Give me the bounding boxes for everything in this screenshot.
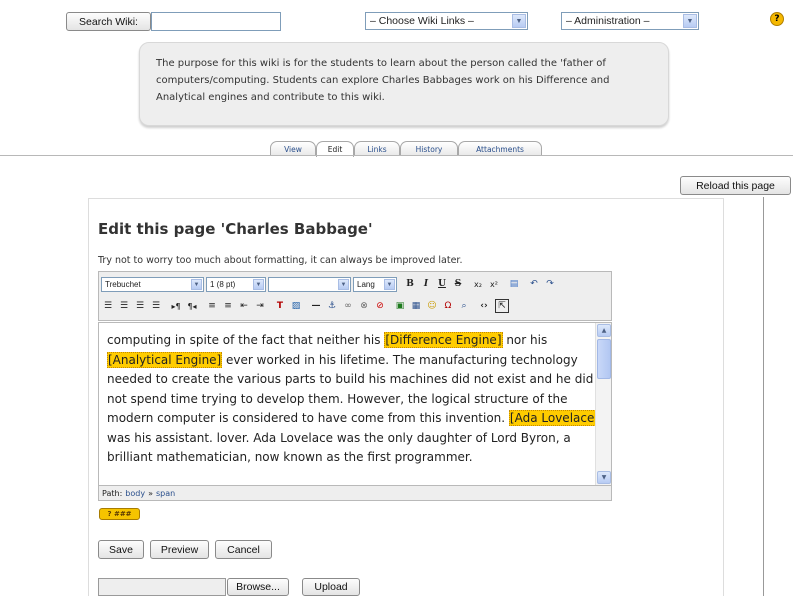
- edit-hint: Try not to worry too much about formatti…: [98, 255, 463, 266]
- unordered-list-icon[interactable]: ≡: [221, 299, 235, 313]
- redo-icon[interactable]: ↷: [543, 277, 557, 291]
- justify-icon[interactable]: ☰: [149, 299, 163, 313]
- scroll-down-icon[interactable]: ▼: [597, 471, 611, 484]
- font-size-value: 1 (8 pt): [210, 280, 236, 289]
- wiki-help-icon[interactable]: ? ###: [99, 508, 140, 520]
- reload-page-button[interactable]: Reload this page: [680, 176, 791, 195]
- table-icon[interactable]: ▦: [409, 299, 423, 313]
- preview-button[interactable]: Preview: [150, 540, 209, 559]
- cancel-button[interactable]: Cancel: [215, 540, 272, 559]
- page-title: Edit this page 'Charles Babbage': [98, 220, 373, 238]
- outdent-icon[interactable]: ⇤: [237, 299, 251, 313]
- nolink-icon[interactable]: ⊘: [373, 299, 387, 313]
- tab-view[interactable]: View: [270, 141, 316, 156]
- align-left-icon[interactable]: ☰: [101, 299, 115, 313]
- clean-html-icon[interactable]: ▤: [507, 277, 521, 291]
- font-family-value: Trebuchet: [105, 280, 141, 289]
- chevron-down-icon: ▼: [338, 279, 349, 290]
- wiki-link-ada-lovelace[interactable]: [Ada Lovelace]: [508, 410, 601, 426]
- editor-toolbar: Trebuchet ▼ 1 (8 pt) ▼ ▼ Lang ▼ B I U S …: [98, 271, 612, 321]
- lang-value: Lang: [357, 280, 375, 289]
- horizontal-rule-icon[interactable]: —: [309, 299, 323, 313]
- fullscreen-icon[interactable]: ⇱: [495, 299, 509, 313]
- align-center-icon[interactable]: ☰: [117, 299, 131, 313]
- editor-scrollbar[interactable]: ▲ ▼: [595, 323, 611, 485]
- tab-links[interactable]: Links: [354, 141, 400, 156]
- editor-text-run: was his assistant. lover. Ada Lovelace w…: [107, 430, 571, 465]
- upload-button[interactable]: Upload: [302, 578, 360, 596]
- search-input[interactable]: [151, 12, 281, 31]
- search-wiki-button[interactable]: Search Wiki:: [66, 12, 151, 31]
- chevron-down-icon: ▼: [253, 279, 264, 290]
- help-icon[interactable]: ?: [770, 12, 784, 26]
- browse-button[interactable]: Browse...: [227, 578, 289, 596]
- rtl-icon[interactable]: ¶◂: [185, 299, 199, 313]
- anchor-icon[interactable]: ⚓: [325, 299, 339, 313]
- link-icon[interactable]: ∞: [341, 299, 355, 313]
- superscript-icon[interactable]: x²: [487, 277, 501, 291]
- scroll-thumb[interactable]: [597, 339, 611, 379]
- italic-icon[interactable]: I: [419, 277, 433, 291]
- path-label: Path:: [102, 488, 123, 498]
- editor-area[interactable]: computing in spite of the fact that neit…: [98, 322, 612, 486]
- wiki-link-analytical-engine[interactable]: [Analytical Engine]: [107, 351, 223, 368]
- editor-path: Path: body » span: [98, 486, 612, 501]
- tab-attachments[interactable]: Attachments: [458, 141, 542, 156]
- tab-view-label: View: [284, 144, 302, 154]
- administration-select-value: – Administration –: [566, 15, 650, 27]
- administration-select[interactable]: – Administration – ▼: [561, 12, 699, 30]
- undo-icon[interactable]: ↶: [527, 277, 541, 291]
- tab-history[interactable]: History: [400, 141, 458, 156]
- tab-attachments-label: Attachments: [476, 144, 524, 154]
- unlink-icon[interactable]: ⊗: [357, 299, 371, 313]
- ordered-list-icon[interactable]: ≡: [205, 299, 219, 313]
- wiki-link-difference-engine[interactable]: [Difference Engine]: [384, 332, 503, 348]
- path-span-link[interactable]: span: [156, 489, 175, 498]
- lang-select[interactable]: Lang ▼: [353, 277, 397, 292]
- wiki-links-select[interactable]: – Choose Wiki Links – ▼: [365, 12, 528, 30]
- path-body-link[interactable]: body: [125, 489, 145, 498]
- scroll-up-icon[interactable]: ▲: [597, 324, 611, 337]
- tab-history-label: History: [415, 144, 443, 154]
- underline-icon[interactable]: U: [435, 277, 449, 291]
- chevron-down-icon: ▼: [683, 14, 697, 28]
- html-source-icon[interactable]: ‹›: [477, 299, 491, 313]
- file-path-input[interactable]: [98, 578, 226, 596]
- chevron-down-icon: ▼: [512, 14, 526, 28]
- tab-edit-label: Edit: [327, 145, 343, 154]
- background-color-icon[interactable]: ▨: [289, 299, 303, 313]
- indent-icon[interactable]: ⇥: [253, 299, 267, 313]
- search-replace-icon[interactable]: ⌕: [457, 299, 471, 313]
- bold-icon[interactable]: B: [403, 277, 417, 291]
- editor-text-run: nor his: [502, 333, 548, 347]
- chevron-down-icon: ▼: [384, 279, 395, 290]
- format-select[interactable]: ▼: [268, 277, 351, 292]
- description-text: The purpose for this wiki is for the stu…: [156, 58, 610, 103]
- ltr-icon[interactable]: ▸¶: [169, 299, 183, 313]
- tab-links-label: Links: [367, 144, 387, 154]
- save-button[interactable]: Save: [98, 540, 144, 559]
- subscript-icon[interactable]: x₂: [471, 277, 485, 291]
- special-char-icon[interactable]: Ω: [441, 299, 455, 313]
- image-icon[interactable]: ▣: [393, 299, 407, 313]
- strikethrough-icon[interactable]: S: [451, 277, 465, 291]
- font-family-select[interactable]: Trebuchet ▼: [101, 277, 204, 292]
- wiki-links-select-value: – Choose Wiki Links –: [370, 15, 474, 27]
- editor-text-run: computing in spite of the fact that neit…: [107, 333, 385, 347]
- side-divider: [763, 197, 764, 596]
- editor-content[interactable]: computing in spite of the fact that neit…: [107, 331, 601, 468]
- wiki-description: The purpose for this wiki is for the stu…: [139, 42, 669, 126]
- tab-divider: [0, 155, 793, 156]
- chevron-down-icon: ▼: [191, 279, 202, 290]
- font-size-select[interactable]: 1 (8 pt) ▼: [206, 277, 266, 292]
- align-right-icon[interactable]: ☰: [133, 299, 147, 313]
- path-separator: »: [148, 488, 153, 498]
- text-color-icon[interactable]: T: [273, 299, 287, 313]
- smiley-icon[interactable]: ☺: [425, 299, 439, 313]
